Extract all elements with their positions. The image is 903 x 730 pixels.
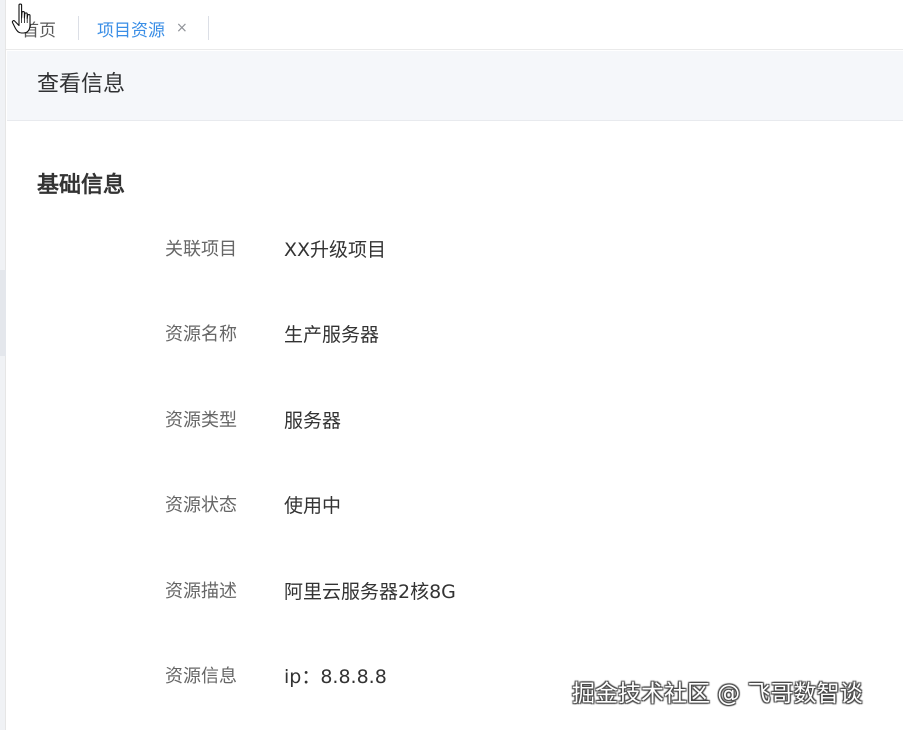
field-label: 资源名称: [165, 324, 237, 345]
field-value: 使用中: [284, 495, 342, 517]
field-value: XX升级项目: [284, 239, 387, 261]
field-value: ip：8.8.8.8: [284, 666, 387, 688]
page: 首页 项目资源 × 查看信息 基础信息 关联项目 XX升级项目 资源名称 生产服…: [0, 0, 903, 730]
field-label: 关联项目: [165, 239, 237, 260]
tab-separator: [208, 16, 209, 40]
watermark: 掘金技术社区 @ 飞哥数智谈: [572, 681, 863, 707]
field-label: 资源类型: [165, 410, 237, 431]
tab-project-resources-label: 项目资源: [97, 20, 165, 41]
field-label: 资源描述: [165, 581, 237, 602]
field-resource-name: 资源名称 生产服务器: [0, 320, 903, 350]
page-title: 查看信息: [37, 72, 126, 97]
sidebar-edge: [0, 0, 6, 730]
tab-separator: [78, 16, 79, 40]
hand-pointer-icon: [11, 3, 31, 34]
close-icon[interactable]: ×: [176, 21, 188, 35]
field-value: 服务器: [284, 410, 342, 432]
field-value: 生产服务器: [284, 324, 380, 346]
section-title: 基础信息: [37, 173, 126, 198]
field-label: 资源状态: [165, 495, 237, 516]
field-resource-status: 资源状态 使用中: [0, 491, 903, 521]
field-label: 资源信息: [165, 666, 237, 687]
field-resource-description: 资源描述 阿里云服务器2核8G: [0, 577, 903, 607]
tab-project-resources[interactable]: 项目资源 ×: [97, 16, 188, 41]
page-header: 查看信息: [7, 51, 903, 121]
field-value: 阿里云服务器2核8G: [284, 581, 456, 603]
field-related-project: 关联项目 XX升级项目: [0, 235, 903, 265]
field-resource-type: 资源类型 服务器: [0, 406, 903, 436]
tab-bar: 首页 项目资源 ×: [6, 0, 903, 50]
